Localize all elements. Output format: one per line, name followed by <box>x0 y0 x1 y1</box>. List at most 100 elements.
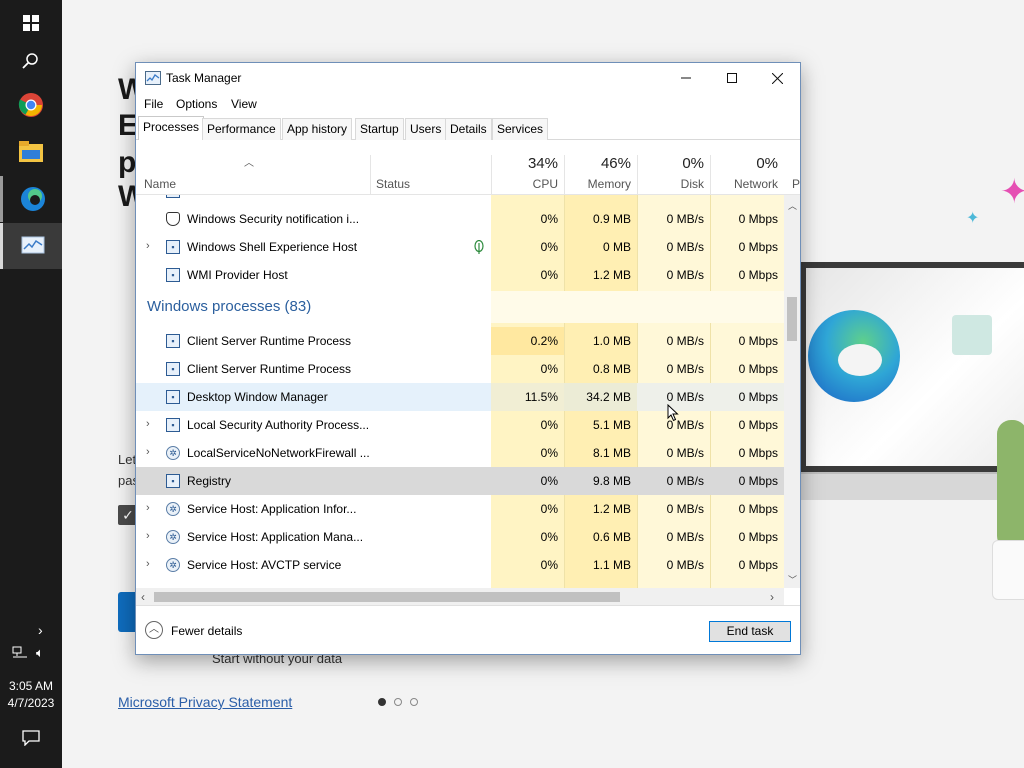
column-network[interactable]: 0% Network <box>710 140 784 195</box>
taskbar-chrome[interactable] <box>0 82 62 128</box>
disk-value: 0 MB/s <box>666 268 704 282</box>
cpu-value: 0% <box>540 418 558 432</box>
taskbar-clock[interactable]: 3:05 AM 4/7/2023 <box>0 678 62 712</box>
menu-file[interactable]: File <box>144 97 163 111</box>
table-row[interactable]: › ▪ Windows Shell Experience Host 0% 0 M… <box>136 233 784 261</box>
tab-bar: Processes Performance App history Startu… <box>136 115 800 140</box>
table-row[interactable]: ▪ WMI Provider Host 0% 1.2 MB 0 MB/s 0 M… <box>136 261 784 289</box>
vertical-scroll-thumb[interactable] <box>787 297 797 341</box>
page-dot-1[interactable] <box>378 698 386 706</box>
column-disk[interactable]: 0% Disk <box>637 140 710 195</box>
scroll-up-icon[interactable]: ︿ <box>788 199 797 212</box>
vertical-scrollbar[interactable]: ︿ ﹀ <box>784 195 800 588</box>
show-hidden-icons-icon[interactable]: › <box>38 622 43 638</box>
group-header[interactable]: Windows processes (83) <box>136 291 784 323</box>
privacy-statement-link[interactable]: Microsoft Privacy Statement <box>118 694 292 710</box>
edge-logo-illustration <box>808 310 900 402</box>
gear-icon: ✲ <box>166 502 180 516</box>
chrome-icon <box>18 93 43 117</box>
expand-chevron-icon[interactable]: › <box>146 446 150 458</box>
table-row[interactable]: › ✲ Service Host: Application Infor... 0… <box>136 495 784 523</box>
process-name: Service Host: AVCTP service <box>187 558 342 572</box>
expand-chevron-icon[interactable]: › <box>146 558 150 570</box>
scroll-left-icon[interactable]: ‹ <box>141 590 145 604</box>
network-value: 0 Mbps <box>738 502 778 516</box>
column-cpu[interactable]: 34% CPU <box>492 140 564 195</box>
table-row[interactable]: › ✲ LocalServiceNoNetworkFirewall ... 0%… <box>136 439 784 467</box>
memory-value: 34.2 MB <box>564 383 637 411</box>
taskbar-task-manager[interactable] <box>0 223 62 269</box>
table-row[interactable]: › ✲ Service Host: AVCTP service 0% 1.1 M… <box>136 551 784 579</box>
table-row-hovered[interactable]: ▪ Desktop Window Manager 11.5% 34.2 MB 0… <box>136 383 784 411</box>
maximize-button[interactable] <box>709 63 755 93</box>
column-divider <box>370 155 371 195</box>
tab-processes[interactable]: Processes <box>138 116 205 140</box>
expand-chevron-icon[interactable]: › <box>146 530 150 542</box>
table-row[interactable]: › ✲ Service Host: Application Mana... 0%… <box>136 523 784 551</box>
app-icon: ▪ <box>166 418 180 432</box>
sparkle-small-icon: ✦ <box>966 210 980 227</box>
taskbar-edge[interactable] <box>0 176 62 222</box>
column-power[interactable]: P <box>792 177 800 191</box>
minimize-button[interactable] <box>663 63 709 93</box>
tab-services[interactable]: Services <box>492 118 549 140</box>
memory-value: 0.6 MB <box>592 530 631 544</box>
network-value: 0 Mbps <box>738 362 778 376</box>
table-row[interactable]: › ▪ Local Security Authority Process... … <box>136 411 784 439</box>
column-status[interactable]: Status <box>376 177 410 191</box>
tab-app-history[interactable]: App history <box>282 118 353 140</box>
table-row-selected[interactable]: ▪ Registry 0% 9.8 MB 0 MB/s 0 Mbps <box>136 467 784 495</box>
network-value: 0 Mbps <box>738 334 778 348</box>
chevron-up-circle-icon[interactable]: ︿ <box>145 621 163 639</box>
search-button[interactable] <box>0 38 62 84</box>
page-dot-3[interactable] <box>410 698 418 706</box>
column-name[interactable]: Name <box>144 177 176 191</box>
page-dot-2[interactable] <box>394 698 402 706</box>
tab-details[interactable]: Details <box>445 118 492 140</box>
tab-performance[interactable]: Performance <box>202 118 281 140</box>
column-memory[interactable]: 46% Memory <box>564 140 637 195</box>
process-name: WMI Provider Host <box>187 268 288 282</box>
leaf-icon <box>474 239 484 257</box>
tab-startup[interactable]: Startup <box>355 118 404 140</box>
gear-icon: ✲ <box>166 558 180 572</box>
end-task-button[interactable]: End task <box>709 621 791 642</box>
tab-users[interactable]: Users <box>405 118 447 140</box>
process-name: Service Host: Application Infor... <box>187 502 357 516</box>
group-title: Windows processes (83) <box>147 298 312 315</box>
footer: ︿ Fewer details End task <box>136 605 800 655</box>
search-icon <box>22 53 38 69</box>
horizontal-scrollbar[interactable]: ‹ › <box>136 588 784 605</box>
close-button[interactable] <box>754 63 800 93</box>
scroll-down-icon[interactable]: ﹀ <box>788 573 797 586</box>
expand-chevron-icon[interactable]: › <box>146 502 150 514</box>
task-manager-icon <box>21 236 44 254</box>
cpu-label: CPU <box>532 177 558 191</box>
volume-icon[interactable]: 🔈︎ <box>36 645 44 661</box>
title-bar[interactable]: Task Manager <box>136 63 800 93</box>
cpu-value: 0% <box>540 212 558 226</box>
taskbar-file-explorer[interactable] <box>0 129 62 175</box>
scroll-right-icon[interactable]: › <box>770 590 774 604</box>
bg-body-line-1: Let <box>118 452 137 467</box>
expand-chevron-icon[interactable]: › <box>146 240 150 252</box>
memory-value: 1.0 MB <box>592 334 631 348</box>
task-manager-app-icon <box>145 71 161 85</box>
action-center-icon[interactable] <box>22 730 40 747</box>
menu-options[interactable]: Options <box>176 97 217 111</box>
wmi-icon: ▪ <box>166 268 180 282</box>
horizontal-scroll-thumb[interactable] <box>154 592 620 602</box>
table-row[interactable] <box>136 195 784 205</box>
disk-value: 0 MB/s <box>666 240 704 254</box>
expand-chevron-icon[interactable]: › <box>146 418 150 430</box>
network-icon[interactable] <box>12 646 28 660</box>
table-row[interactable]: Windows Security notification i... 0% 0.… <box>136 205 784 233</box>
cpu-value: 0% <box>540 446 558 460</box>
laptop-base-illustration <box>792 472 1024 500</box>
table-row[interactable]: ▪ Client Server Runtime Process 0% 0.8 M… <box>136 355 784 383</box>
menu-view[interactable]: View <box>231 97 257 111</box>
fewer-details-link[interactable]: Fewer details <box>171 624 242 638</box>
disk-value: 0 MB/s <box>666 474 704 488</box>
table-row[interactable]: ▪ Client Server Runtime Process 0.2% 1.0… <box>136 327 784 355</box>
group-tint <box>491 291 784 323</box>
